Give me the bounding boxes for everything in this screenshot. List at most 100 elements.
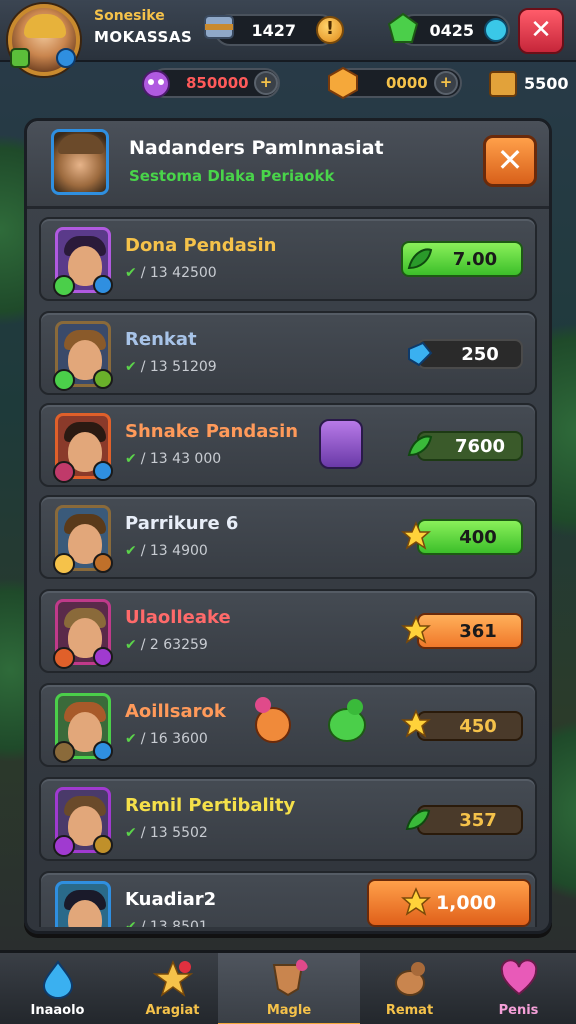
hero-row[interactable]: Shnake Pandasin ✔/ 13 43 000 7600 xyxy=(39,403,537,487)
hero-stat: ✔/ 13 43 000 xyxy=(125,451,222,467)
shield-icon xyxy=(272,959,308,997)
hero-stat: ✔/ 16 3600 xyxy=(125,731,208,747)
element-badge-icon xyxy=(93,741,113,761)
element-badge-icon xyxy=(93,369,113,389)
hero-stat: ✔/ 13 51209 xyxy=(125,359,217,375)
recruit-panel: Nadanders Pamlnnasiat Sestoma Dlaka Peri… xyxy=(24,118,552,934)
sub-resource-value-3: 5500 xyxy=(524,74,569,93)
leaf-icon xyxy=(405,809,431,831)
hero-name: Ulaolleake xyxy=(125,607,231,628)
leaf-icon xyxy=(407,248,433,270)
add-sub-resource-1-button[interactable]: + xyxy=(254,71,278,95)
check-icon: ✔ xyxy=(125,637,137,653)
hero-name: Kuadiar2 xyxy=(125,889,217,910)
check-icon: ✔ xyxy=(125,825,137,841)
class-badge-icon xyxy=(53,369,75,391)
leaf-icon xyxy=(407,435,433,457)
nav-item-1[interactable]: Inaaolo xyxy=(0,953,115,1024)
star-icon xyxy=(401,615,431,644)
class-badge-icon xyxy=(53,553,75,575)
buy-button[interactable]: 400 xyxy=(417,519,523,555)
resource-value-1: 1427 xyxy=(251,20,296,40)
player-level-badge xyxy=(10,48,30,68)
resource-value-2: 0425 xyxy=(429,20,474,40)
loot-box-icon xyxy=(319,419,363,469)
nav-item-4[interactable]: Remat xyxy=(352,953,467,1024)
hero-name: Aoillsarok xyxy=(125,701,226,722)
panel-hero-portrait xyxy=(51,129,109,195)
check-icon: ✔ xyxy=(125,543,137,559)
nav-item-3-active[interactable]: Magle xyxy=(218,953,360,1024)
green-pet-icon xyxy=(328,699,366,742)
hero-portrait xyxy=(55,881,111,927)
gold-crate-icon xyxy=(489,71,517,97)
close-top-button[interactable]: ✕ xyxy=(518,8,564,54)
bottom-nav: Inaaolo Aragiat Magle Remat Penis xyxy=(0,950,576,1024)
hero-stat: ✔/ 13 8501 xyxy=(125,919,208,927)
buy-button[interactable]: 361 xyxy=(417,613,523,649)
nav-item-5[interactable]: Penis xyxy=(461,953,576,1024)
sub-resource-value-2: 0000 xyxy=(386,74,428,92)
star-icon xyxy=(401,887,431,916)
player-rank-badge xyxy=(56,48,76,68)
hero-name: Dona Pendasin xyxy=(125,235,277,256)
crate-icon xyxy=(204,15,234,39)
player-name: MOKASSAS xyxy=(94,28,193,46)
check-icon: ✔ xyxy=(125,265,137,281)
hero-stat: ✔/ 13 42500 xyxy=(125,265,217,281)
player-title: Sonesike xyxy=(94,8,165,24)
hero-list: Dona Pendasin ✔/ 13 42500 7.00 Renkat ✔ /… xyxy=(39,217,539,927)
panel-subtitle: Sestoma Dlaka Periaokk xyxy=(129,167,335,185)
star-badge-icon xyxy=(153,960,193,997)
add-resource-1-button[interactable]: ! xyxy=(316,16,344,44)
blue-drop-icon xyxy=(42,960,74,999)
star-icon xyxy=(401,521,431,550)
hero-row[interactable]: Aoillsarok ✔/ 16 3600 450 xyxy=(39,683,537,767)
check-icon: ✔ xyxy=(125,359,137,375)
check-icon: ✔ xyxy=(125,451,137,467)
hero-row[interactable]: Parrikure 6 ✔/ 13 4900 400 xyxy=(39,495,537,579)
panel-close-button[interactable]: ✕ xyxy=(483,135,537,187)
buy-button[interactable]: 450 xyxy=(417,711,523,741)
hero-stat: ✔/ 2 63259 xyxy=(125,637,208,653)
blue-gem-icon xyxy=(408,341,433,367)
class-badge-icon xyxy=(53,741,75,763)
sub-resource-value-1: 850000 xyxy=(186,74,249,92)
hero-row[interactable]: Ulaolleake ✔/ 2 63259 361 xyxy=(39,589,537,673)
hero-row[interactable]: Kuadiar2 ✔/ 13 8501 1,000 xyxy=(39,871,537,927)
hero-row[interactable]: Remil Pertibality ✔/ 13 5502 357 xyxy=(39,777,537,861)
element-badge-icon xyxy=(93,275,113,295)
hero-name: Parrikure 6 xyxy=(125,513,239,534)
hero-row[interactable]: Renkat ✔/ 13 51209 250 xyxy=(39,311,537,395)
hero-row[interactable]: Dona Pendasin ✔/ 13 42500 7.00 xyxy=(39,217,537,301)
add-sub-resource-2-button[interactable]: + xyxy=(434,71,458,95)
class-badge-icon xyxy=(53,275,75,297)
check-icon: ✔ xyxy=(125,731,137,747)
buy-button[interactable]: 1,000 xyxy=(367,879,531,927)
top-bar: Sonesike MOKASSAS 1427 ! 0425 ✕ xyxy=(0,0,576,62)
element-badge-icon xyxy=(93,461,113,481)
hero-stat: ✔/ 13 4900 xyxy=(125,543,208,559)
nav-item-2[interactable]: Aragiat xyxy=(115,953,230,1024)
hero-name: Renkat xyxy=(125,329,197,350)
panel-header: Nadanders Pamlnnasiat Sestoma Dlaka Peri… xyxy=(27,121,549,209)
check-icon: ✔ xyxy=(125,919,137,927)
panel-title: Nadanders Pamlnnasiat xyxy=(129,137,384,159)
element-badge-icon xyxy=(93,835,113,855)
class-badge-icon xyxy=(53,835,75,857)
gold-hex-icon xyxy=(328,66,358,100)
hero-name: Shnake Pandasin xyxy=(125,421,299,442)
hero-name: Remil Pertibality xyxy=(125,795,296,816)
hero-stat: ✔/ 13 5502 xyxy=(125,825,208,841)
pet-creature-icon xyxy=(255,697,291,743)
emerald-icon xyxy=(387,12,419,43)
secondary-resource-bar: 850000 + 0000 + 5500 xyxy=(0,62,576,108)
class-badge-icon xyxy=(53,647,75,669)
gem-plus-icon[interactable] xyxy=(484,18,508,42)
element-badge-icon xyxy=(93,553,113,573)
skull-potion-icon xyxy=(142,70,170,98)
heart-icon xyxy=(500,959,538,996)
creature-icon xyxy=(395,962,425,996)
class-badge-icon xyxy=(53,461,75,483)
star-icon xyxy=(401,709,431,738)
